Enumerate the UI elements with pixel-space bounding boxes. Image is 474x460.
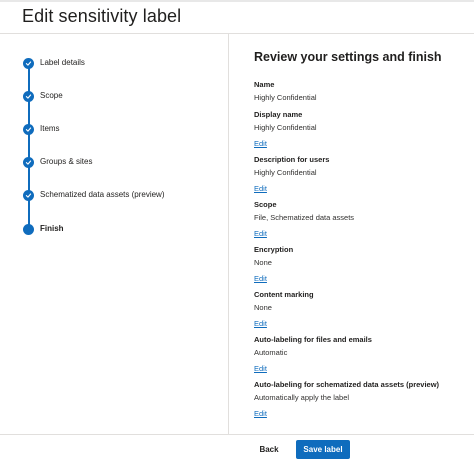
edit-auto-labeling-schematized-link[interactable]: Edit xyxy=(254,409,267,419)
section-display-name: Display name Highly Confidential Edit xyxy=(254,110,464,155)
step-label: Scope xyxy=(40,91,63,100)
step-finish[interactable]: Finish xyxy=(0,223,228,239)
edit-auto-labeling-files-link[interactable]: Edit xyxy=(254,364,267,374)
edit-display-name-link[interactable]: Edit xyxy=(254,139,267,149)
checkmark-icon xyxy=(23,91,34,102)
section-content-marking: Content marking None Edit xyxy=(254,290,464,335)
top-border xyxy=(0,0,474,2)
checkmark-icon xyxy=(23,190,34,201)
section-auto-labeling-files: Auto-labeling for files and emails Autom… xyxy=(254,335,464,380)
section-value: Automatic xyxy=(254,348,288,357)
section-value: Highly Confidential xyxy=(254,123,317,132)
section-label: Display name xyxy=(254,110,303,119)
section-value: None xyxy=(254,258,272,267)
section-label: Name xyxy=(254,80,275,89)
step-label: Items xyxy=(40,124,60,133)
step-label: Label details xyxy=(40,58,85,67)
section-label: Auto-labeling for files and emails xyxy=(254,335,372,344)
step-label-details[interactable]: Label details xyxy=(0,57,228,73)
section-encryption: Encryption None Edit xyxy=(254,245,464,290)
section-scope: Scope File, Schematized data assets Edit xyxy=(254,200,464,245)
section-value: Automatically apply the label xyxy=(254,393,350,402)
filled-circle-icon xyxy=(23,224,34,235)
checkmark-icon xyxy=(23,124,34,135)
checkmark-icon xyxy=(23,157,34,168)
section-label: Scope xyxy=(254,200,277,209)
section-name: Name Highly Confidential xyxy=(254,80,464,110)
back-button[interactable]: Back xyxy=(254,440,284,459)
step-label: Schematized data assets (preview) xyxy=(40,190,165,199)
stepper-rail xyxy=(28,64,30,230)
step-groups-sites[interactable]: Groups & sites xyxy=(0,156,228,172)
save-label-button[interactable]: Save label xyxy=(296,440,350,459)
checkmark-icon xyxy=(23,58,34,69)
edit-encryption-link[interactable]: Edit xyxy=(254,274,267,284)
step-items[interactable]: Items xyxy=(0,123,228,139)
step-scope[interactable]: Scope xyxy=(0,90,228,106)
section-label: Content marking xyxy=(254,290,314,299)
section-label: Description for users xyxy=(254,155,330,164)
review-heading: Review your settings and finish xyxy=(254,50,442,64)
section-value: None xyxy=(254,303,272,312)
panel-divider xyxy=(228,34,229,434)
wizard-stepper: Label details Scope Items Groups & sites… xyxy=(0,34,228,434)
section-value: File, Schematized data assets xyxy=(254,213,355,222)
step-label: Finish xyxy=(40,224,64,233)
section-value: Highly Confidential xyxy=(254,168,317,177)
step-label: Groups & sites xyxy=(40,157,93,166)
section-value: Highly Confidential xyxy=(254,93,317,102)
section-label: Encryption xyxy=(254,245,294,254)
edit-content-marking-link[interactable]: Edit xyxy=(254,319,267,329)
edit-scope-link[interactable]: Edit xyxy=(254,229,267,239)
page-title: Edit sensitivity label xyxy=(22,6,182,26)
section-label: Auto-labeling for schematized data asset… xyxy=(254,380,440,389)
section-auto-labeling-schematized: Auto-labeling for schematized data asset… xyxy=(254,380,464,418)
footer-divider xyxy=(0,434,474,435)
step-schematized-data-assets[interactable]: Schematized data assets (preview) xyxy=(0,189,228,205)
section-description: Description for users Highly Confidentia… xyxy=(254,155,464,200)
review-panel: Review your settings and finish Name Hig… xyxy=(254,50,464,418)
edit-description-link[interactable]: Edit xyxy=(254,184,267,194)
